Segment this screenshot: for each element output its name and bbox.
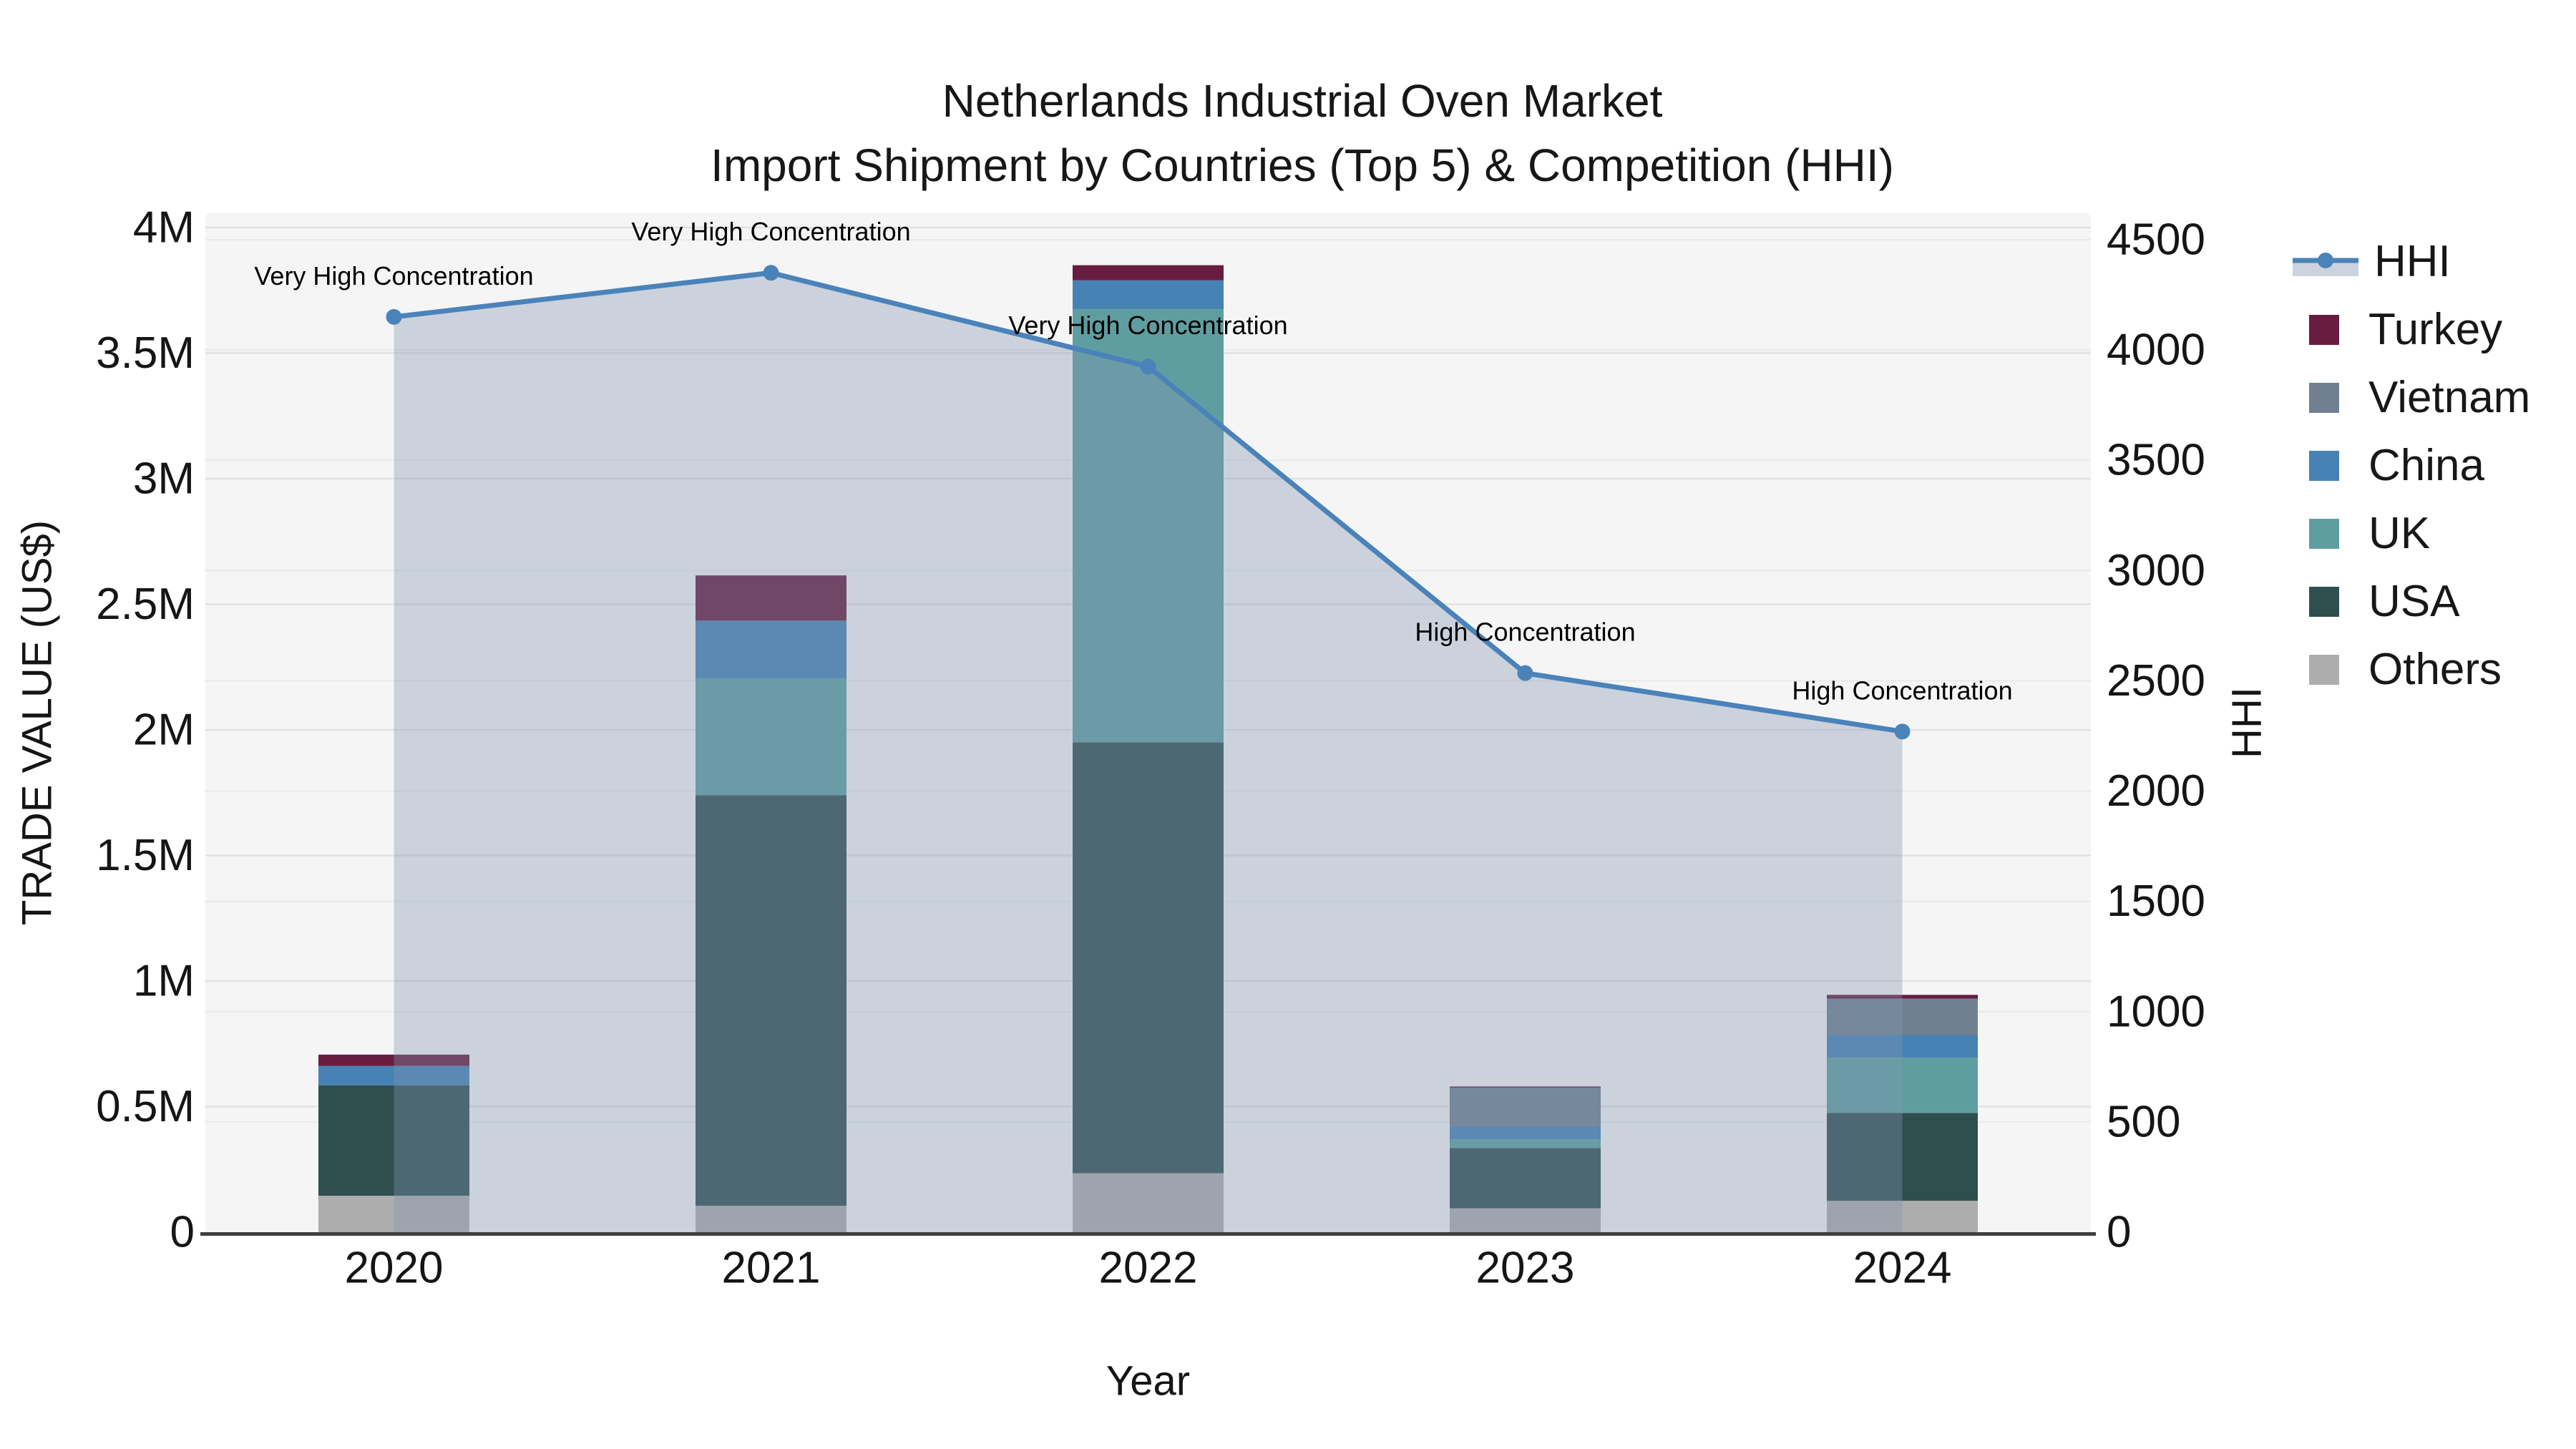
x-axis-title: Year	[1106, 1358, 1190, 1405]
x-axis-line	[200, 1232, 2096, 1236]
y-right-axis-title: HHI	[2224, 687, 2270, 758]
hhi-marker-2021	[763, 265, 779, 281]
hhi-marker-2024	[1894, 723, 1911, 740]
annotation-2022: Very High Concentration	[1008, 311, 1287, 340]
y-left-tick-label: 0.5M	[96, 1082, 195, 1131]
legend-swatch-vietnam	[2309, 382, 2339, 413]
y-right-tick-label: 500	[2107, 1097, 2180, 1146]
x-tick-label-2023: 2023	[1476, 1244, 1575, 1293]
y-left-tick-label: 2.5M	[96, 580, 195, 629]
annotation-2021: Very High Concentration	[631, 217, 910, 246]
y-left-tick-label: 1.5M	[96, 831, 195, 880]
annotation-2020: Very High Concentration	[254, 261, 533, 291]
legend-swatch-turkey	[2309, 314, 2339, 345]
y-left-axis-title: TRADE VALUE (US$)	[14, 520, 61, 925]
y-right-tick-label: 4000	[2107, 326, 2205, 375]
legend-label-others: Others	[2368, 645, 2502, 694]
legend-item-hhi: HHI	[2290, 228, 2530, 296]
legend-swatch-china	[2309, 450, 2339, 481]
bar-segment-china-2022	[1073, 280, 1224, 310]
x-tick-label-2024: 2024	[1853, 1244, 1952, 1293]
y-left-tick-label: 3.5M	[96, 328, 195, 378]
y-right-tick-label: 1500	[2107, 877, 2205, 926]
hhi-marker-2023	[1517, 665, 1533, 681]
hhi-marker-2022	[1140, 358, 1156, 375]
x-tick-label-2020: 2020	[345, 1244, 444, 1293]
legend-label-uk: UK	[2368, 509, 2431, 558]
y-right-tick-label: 3500	[2107, 436, 2205, 485]
x-tick-label-2021: 2021	[722, 1244, 821, 1293]
y-right-tick-label: 2500	[2107, 656, 2205, 706]
legend-item-others: Others	[2290, 635, 2530, 703]
legend-label-china: China	[2368, 441, 2484, 490]
legend-item-china: China	[2290, 431, 2530, 499]
annotation-2023: High Concentration	[1415, 618, 1635, 647]
y-left-tick-label: 4M	[133, 203, 195, 253]
legend-label-hhi: HHI	[2374, 237, 2451, 286]
legend-item-turkey: Turkey	[2290, 296, 2530, 364]
legend-label-turkey: Turkey	[2368, 305, 2503, 354]
legend-swatch-others	[2309, 654, 2339, 685]
annotation-2024: High Concentration	[1792, 675, 2012, 705]
y-right-tick-label: 2000	[2107, 766, 2205, 816]
legend-swatch-usa	[2309, 586, 2339, 617]
legend-swatch-uk	[2309, 518, 2339, 549]
chart-canvas: Very High Concentration Very High Concent…	[14, 203, 2270, 1405]
y-right-tick-label: 0	[2107, 1208, 2131, 1257]
bar-segment-turkey-2022	[1073, 265, 1224, 280]
hhi-marker-2020	[386, 308, 402, 325]
hhi-line-sample-icon	[2290, 246, 2361, 278]
legend-item-usa: USA	[2290, 567, 2530, 635]
y-left-tick-label: 1M	[133, 957, 195, 1006]
legend-item-uk: UK	[2290, 499, 2530, 567]
legend-label-vietnam: Vietnam	[2368, 373, 2531, 422]
y-right-tick-label: 1000	[2107, 987, 2205, 1036]
y-left-tick-label: 2M	[133, 706, 195, 755]
y-left-tick-label: 0	[170, 1208, 195, 1257]
legend-label-usa: USA	[2368, 577, 2460, 626]
legend-item-vietnam: Vietnam	[2290, 364, 2530, 431]
legend: HHI Turkey Vietnam China UK USA Others	[2290, 228, 2530, 703]
y-right-tick-label: 3000	[2107, 546, 2205, 595]
y-left-tick-label: 3M	[133, 454, 195, 504]
x-tick-label-2022: 2022	[1099, 1244, 1198, 1293]
y-right-tick-label: 4500	[2107, 215, 2205, 265]
